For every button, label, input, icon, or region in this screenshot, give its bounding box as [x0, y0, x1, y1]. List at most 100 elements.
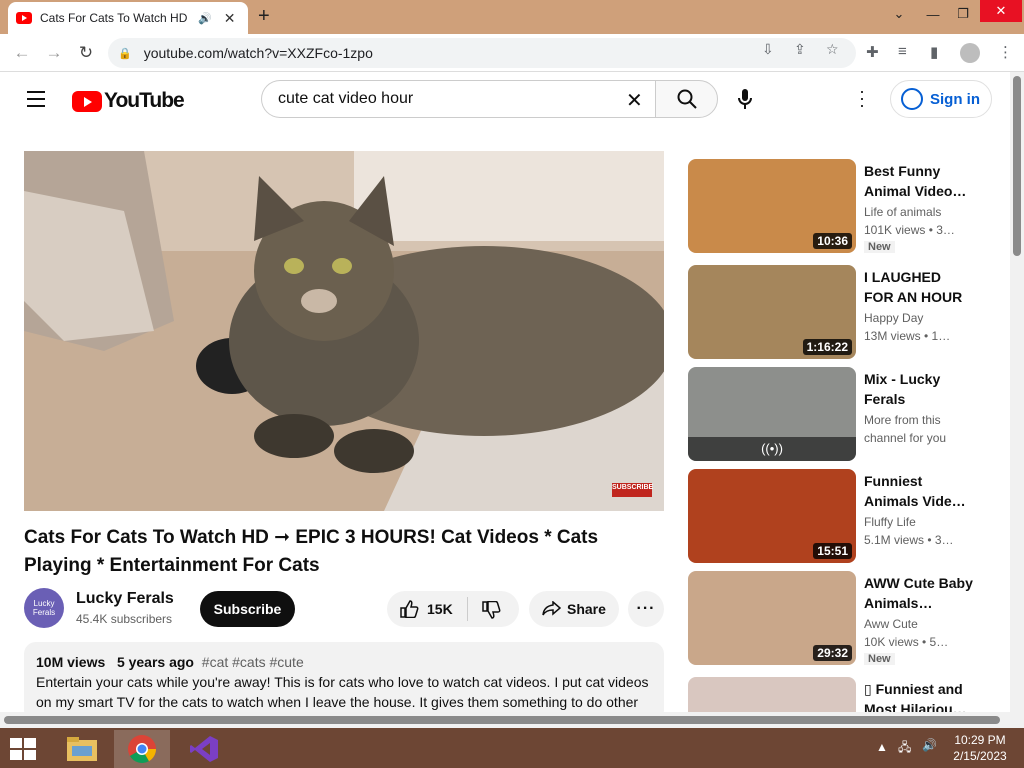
address-url[interactable]: youtube.com/watch?v=XXZFco-1zpo [144, 45, 373, 61]
media-controls-icon[interactable]: ≡ [898, 43, 907, 60]
video-title: Cats For Cats To Watch HD ➞ EPIC 3 HOURS… [24, 527, 599, 576]
address-bar[interactable]: 🔒 youtube.com/watch?v=XXZFco-1zpo [108, 38, 856, 68]
recommendation-views: 101K views • 3… [864, 223, 955, 237]
recommendation-views: 10K views • 5… [864, 635, 949, 649]
like-thumb-up-icon[interactable] [399, 600, 419, 618]
video-player[interactable]: SUBSCRIBE [24, 151, 664, 511]
sign-in-button[interactable]: Sign in [890, 80, 992, 118]
recommendation-thumbnail[interactable]: 15:51 [688, 469, 856, 563]
new-badge: New [864, 653, 895, 665]
search-button[interactable] [655, 80, 718, 118]
share-label: Share [567, 601, 606, 617]
chrome-taskbar-icon[interactable] [114, 730, 170, 768]
channel-subscriber-count: 45.4K subscribers [76, 612, 173, 626]
youtube-play-logo-icon [72, 90, 102, 112]
recommendation-title[interactable]: ▯ Funniest and Most Hilariou… [864, 679, 974, 712]
back-arrow-icon[interactable]: ← [10, 41, 34, 65]
browser-menu-icon[interactable]: ⋮ [998, 43, 1013, 61]
vertical-scrollbar[interactable] [1010, 72, 1024, 728]
hashtags[interactable]: #cat #cats #cute [202, 654, 304, 670]
channel-avatar[interactable]: Lucky Ferals [24, 588, 64, 628]
windows-start-icon[interactable] [10, 738, 36, 760]
description-box[interactable]: 10M views 5 years ago #cat #cats #cute E… [24, 642, 664, 722]
clock-date: 2/15/2023 [953, 749, 1007, 763]
subscribe-button[interactable]: Subscribe [200, 591, 295, 627]
video-frame-cat [24, 151, 664, 511]
tab-close-icon[interactable]: ✕ [224, 10, 236, 27]
install-app-icon[interactable]: ⇩ [762, 41, 774, 58]
reload-icon[interactable]: ↻ [74, 41, 98, 65]
clear-search-icon[interactable]: ✕ [626, 88, 643, 113]
recommendation-title[interactable]: Best Funny Animal Video… [864, 161, 974, 201]
recommendation-title[interactable]: Funniest Animals Vide… [864, 471, 974, 511]
recommendation-thumbnail[interactable] [688, 677, 856, 712]
show-hidden-icons-icon[interactable]: ▲ [876, 740, 888, 754]
sign-in-label: Sign in [930, 90, 980, 108]
youtube-logo[interactable]: YouTube [72, 89, 185, 113]
profile-avatar-icon[interactable] [960, 43, 980, 63]
like-count[interactable]: 15K [427, 601, 453, 617]
recommendation-channel[interactable]: More from this [864, 413, 941, 427]
recommendation-thumbnail[interactable]: ((•)) [688, 367, 856, 461]
extensions-puzzle-icon[interactable]: ✚ [866, 43, 879, 61]
recommendation-views: 5.1M views • 3… [864, 533, 954, 547]
search-query-text[interactable]: cute cat video hour [278, 90, 413, 108]
browser-tab-active[interactable]: Cats For Cats To Watch HD ~ 🔊 ✕ [8, 2, 248, 34]
new-tab-button[interactable]: + [258, 5, 270, 28]
recommendation-item[interactable]: 29:32 AWW Cute Baby Animals… Aww Cute 10K v… [688, 571, 988, 665]
recommendation-title[interactable]: I LAUGHED FOR AN HOUR😹… [864, 267, 974, 307]
dislike-thumb-down-icon[interactable] [481, 601, 501, 619]
video-duration: 15:51 [813, 543, 852, 559]
vertical-scrollbar-thumb[interactable] [1013, 76, 1021, 256]
guide-menu-icon[interactable] [27, 91, 45, 112]
recommendation-channel[interactable]: Life of animals [864, 205, 941, 219]
taskbar-clock[interactable]: 10:29 PM 2/15/2023 [948, 732, 1012, 764]
subscribe-watermark[interactable]: SUBSCRIBE [612, 484, 653, 491]
recommendation-thumbnail[interactable]: 29:32 [688, 571, 856, 665]
tab-search-chevron-icon[interactable]: ⌄ [884, 0, 914, 28]
forward-arrow-icon[interactable]: → [42, 41, 66, 65]
browser-toolbar: ← → ↻ 🔒 youtube.com/watch?v=XXZFco-1zpo … [0, 34, 1024, 72]
search-icon [677, 89, 697, 109]
recommendation-thumbnail[interactable]: 1:16:22 [688, 265, 856, 359]
recommendation-item[interactable]: ▯ Funniest and Most Hilariou… [688, 677, 988, 712]
more-actions-button[interactable]: ··· [628, 591, 664, 627]
channel-name[interactable]: Lucky Ferals [76, 590, 174, 608]
share-arrow-icon [542, 601, 561, 616]
microphone-icon[interactable] [735, 88, 755, 110]
recommendation-thumbnail[interactable]: 10:36 [688, 159, 856, 253]
recommendation-title[interactable]: AWW Cute Baby Animals… [864, 573, 974, 613]
clock-time: 10:29 PM [954, 733, 1006, 747]
file-explorer-icon[interactable] [54, 730, 110, 768]
search-input[interactable]: cute cat video hour [261, 80, 655, 118]
window-close-button[interactable]: ✕ [980, 0, 1022, 22]
recommendation-item[interactable]: ((•)) Mix - Lucky Ferals More from this cha… [688, 367, 988, 461]
visual-studio-icon[interactable] [176, 730, 232, 768]
recommendation-item[interactable]: 15:51 Funniest Animals Vide… Fluffy Life 5.… [688, 469, 988, 563]
recommendation-channel[interactable]: Fluffy Life [864, 515, 916, 529]
browser-tab-strip: Cats For Cats To Watch HD ~ 🔊 ✕ + ⌄ — ❐ … [0, 0, 1024, 34]
share-page-icon[interactable]: ⇪ [794, 41, 806, 58]
settings-kebab-icon[interactable]: · · · [856, 82, 868, 114]
side-panel-icon[interactable]: ▮ [930, 43, 938, 61]
recommendation-channel[interactable]: Aww Cute [864, 617, 918, 631]
window-minimize-button[interactable]: — [918, 0, 948, 28]
recommendation-views: 13M views • 1… [864, 329, 951, 343]
volume-icon[interactable]: 🔊 [922, 738, 937, 752]
description-meta: 10M views 5 years ago #cat #cats #cute [36, 654, 652, 670]
bookmark-star-icon[interactable]: ☆ [826, 41, 839, 58]
recommendation-item[interactable]: 10:36 Best Funny Animal Video… Life of ani… [688, 159, 988, 253]
video-duration: 29:32 [813, 645, 852, 661]
horizontal-scrollbar[interactable] [0, 712, 1010, 728]
view-count: 10M views [36, 654, 106, 670]
lock-icon[interactable]: 🔒 [118, 47, 132, 60]
recommendation-channel[interactable]: Happy Day [864, 311, 923, 325]
network-icon[interactable]: 🖧 [898, 738, 911, 759]
share-button[interactable]: Share [529, 591, 619, 627]
tab-audio-icon[interactable]: 🔊 [198, 12, 212, 25]
recommendation-title[interactable]: Mix - Lucky Ferals [864, 369, 974, 409]
recommendation-item[interactable]: 1:16:22 I LAUGHED FOR AN HOUR😹… Happy Day 1… [688, 265, 988, 359]
youtube-logo-text: YouTube [104, 89, 185, 112]
horizontal-scrollbar-thumb[interactable] [4, 716, 1000, 724]
window-restore-button[interactable]: ❐ [948, 0, 978, 28]
